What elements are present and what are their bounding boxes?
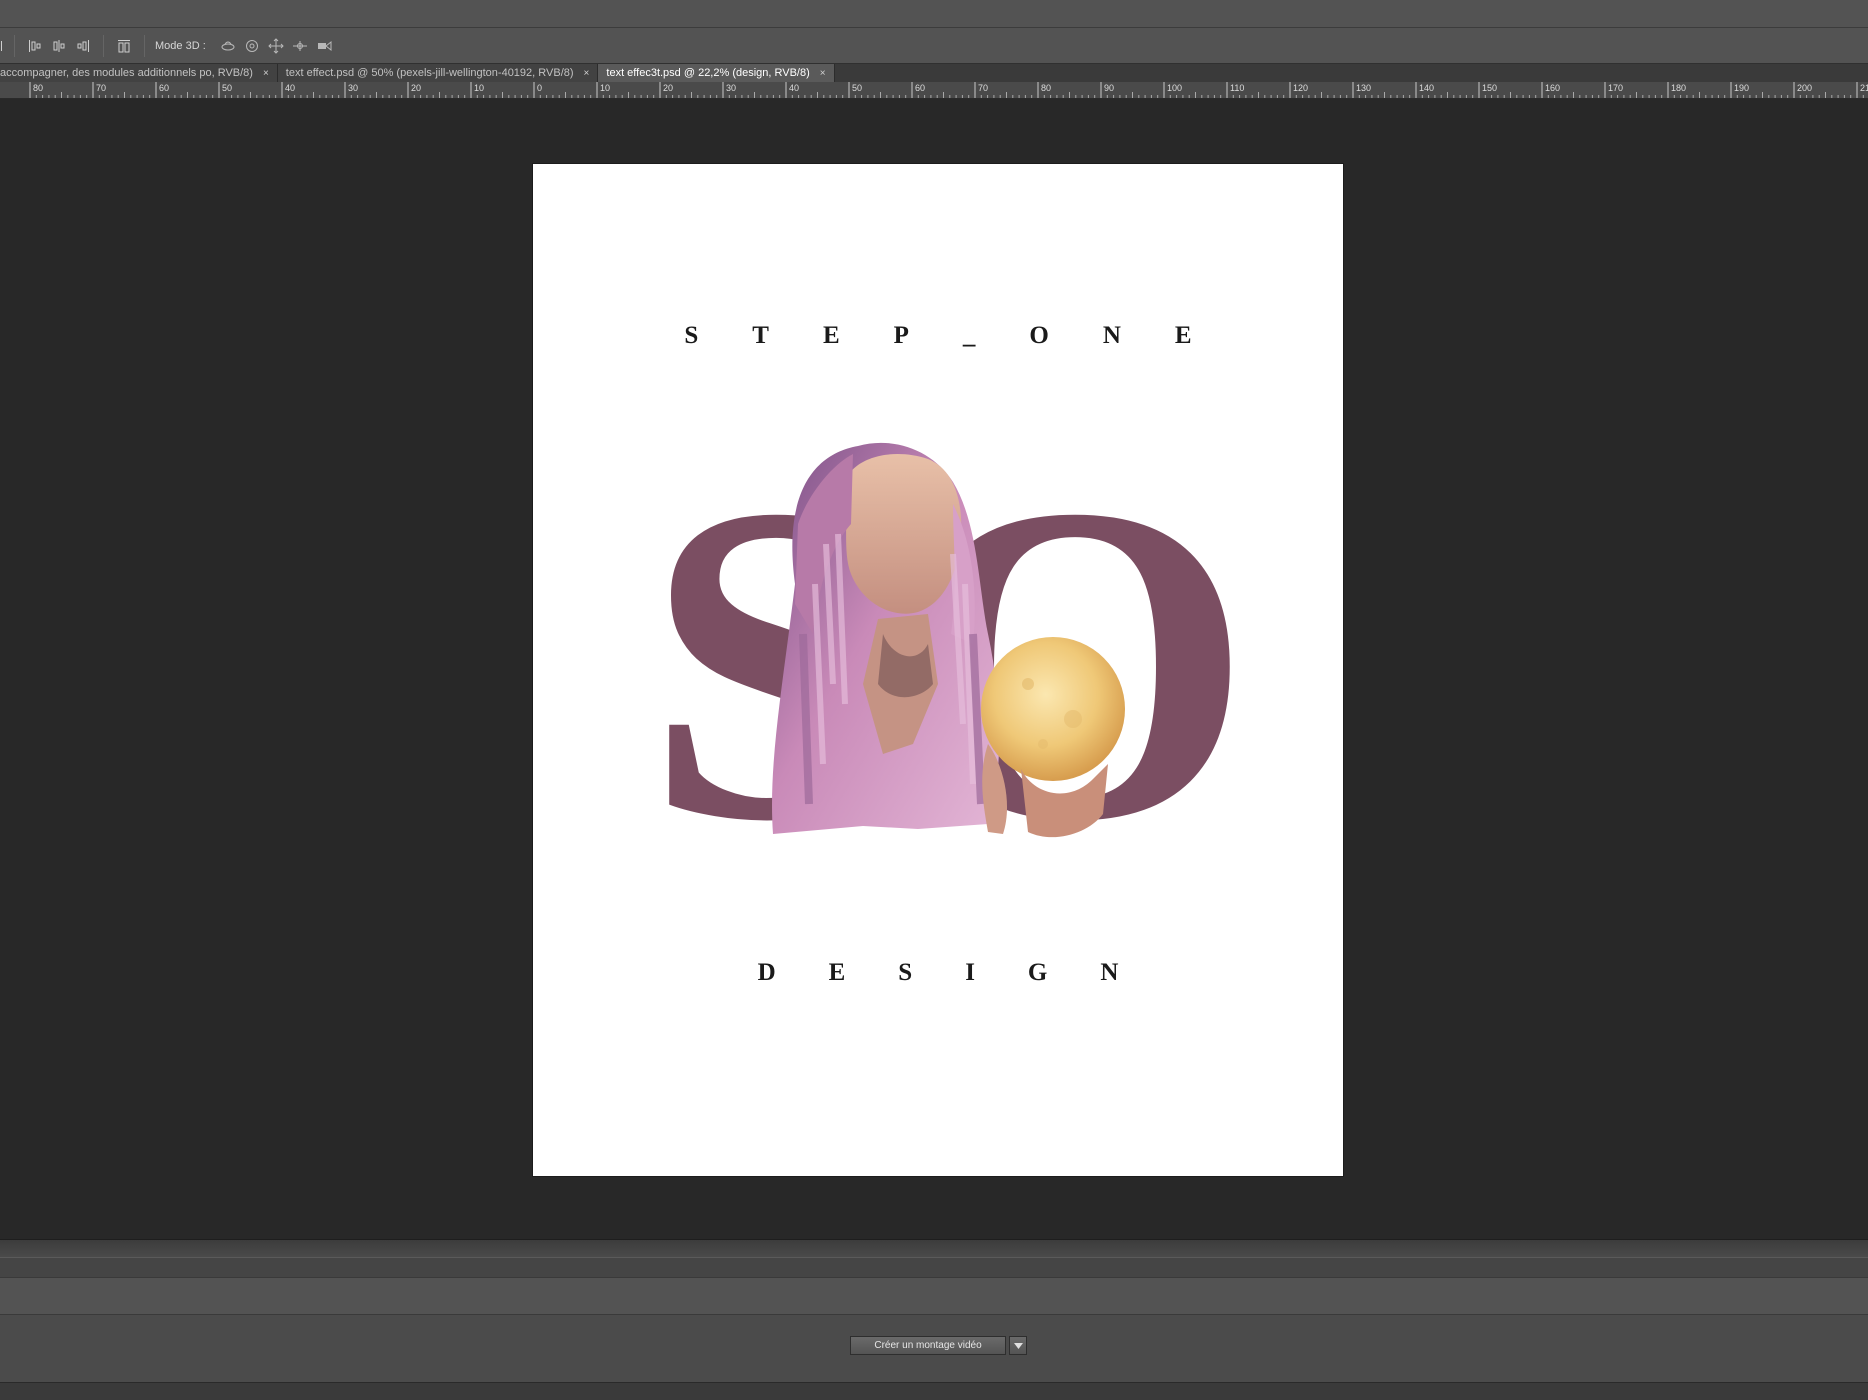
tab-accompagner[interactable]: accompagner, des modules additionnels po… — [0, 64, 278, 82]
ruler-label: 180 — [1671, 83, 1686, 93]
photoshop-window: Mode 3D : accompagner, des modules addit… — [0, 0, 1868, 1400]
options-separator — [14, 34, 15, 57]
ruler-label: 40 — [285, 83, 295, 93]
horizontal-ruler[interactable]: 80 70 60 50 40 30 20 10 0 10 20 30 40 50 60 70 80 90 100 11… — [0, 82, 1868, 99]
tab-label: accompagner, des modules additionnels po… — [0, 67, 253, 79]
monogram-artwork: SO — [645, 412, 1252, 915]
moon-orb-image — [981, 637, 1125, 838]
options-bar: Mode 3D : — [0, 28, 1868, 64]
close-icon[interactable]: × — [263, 68, 269, 79]
ruler-label: 30 — [726, 83, 736, 93]
ruler-label: 80 — [33, 83, 43, 93]
close-icon[interactable]: × — [584, 68, 590, 79]
ruler-label: 10 — [600, 83, 610, 93]
mode-3d-label: Mode 3D : — [155, 39, 206, 52]
align-right-icon[interactable] — [75, 38, 91, 54]
tab-label: text effect.psd @ 50% (pexels-jill-welli… — [285, 67, 574, 79]
menu-bar — [0, 0, 1868, 28]
ruler-label: 140 — [1419, 83, 1434, 93]
ruler-label: 110 — [1230, 83, 1244, 93]
status-bar — [0, 1382, 1868, 1400]
panel-divider[interactable] — [0, 1239, 1868, 1257]
align-left-edge-icon[interactable] — [0, 38, 6, 54]
timeline-header — [0, 1277, 1868, 1315]
title-design: DESIGN — [757, 959, 1172, 986]
ruler-label: 20 — [411, 83, 421, 93]
pan-3d-icon[interactable] — [268, 37, 284, 54]
create-video-timeline-button[interactable]: Créer un montage vidéo — [850, 1336, 1006, 1355]
tab-label: text effec3t.psd @ 22,2% (design, RVB/8) — [606, 67, 810, 79]
distribute-icon[interactable] — [116, 38, 132, 54]
rotate-3d-icon[interactable] — [220, 38, 236, 54]
ruler-label: 200 — [1797, 83, 1812, 93]
align-left-icon[interactable] — [27, 38, 43, 54]
ruler-label: 100 — [1167, 83, 1182, 93]
ruler-label: 10 — [474, 83, 484, 93]
ruler-label: 0 — [537, 83, 542, 93]
ruler-label: 30 — [348, 83, 358, 93]
ruler-label: 160 — [1545, 83, 1560, 93]
ruler-label: 40 — [789, 83, 799, 93]
ruler-label: 80 — [1041, 83, 1051, 93]
slide-3d-icon[interactable] — [292, 38, 308, 54]
document-tab-bar: accompagner, des modules additionnels po… — [0, 64, 1868, 82]
ruler-label: 50 — [852, 83, 862, 93]
chevron-down-icon — [1013, 1342, 1023, 1349]
timeline-dropdown-button[interactable] — [1009, 1336, 1027, 1355]
timeline-panel: Créer un montage vidéo — [0, 1315, 1868, 1382]
ruler-label: 21 — [1860, 83, 1868, 93]
ruler-ticks: 80 70 60 50 40 30 20 10 0 10 20 30 40 50 60 70 80 90 100 11… — [29, 82, 1868, 98]
ruler-label: 170 — [1608, 83, 1623, 93]
canvas-area[interactable]: STEP_ONE DESIGN — [0, 99, 1868, 1239]
tab-text-effec3t[interactable]: text effec3t.psd @ 22,2% (design, RVB/8)… — [598, 64, 835, 82]
ruler-label: 150 — [1482, 83, 1497, 93]
options-separator — [144, 34, 145, 57]
document-canvas[interactable]: STEP_ONE DESIGN — [533, 164, 1343, 1176]
roll-3d-icon[interactable] — [244, 38, 260, 54]
tab-text-effect[interactable]: text effect.psd @ 50% (pexels-jill-welli… — [277, 64, 599, 82]
scale-3d-icon[interactable] — [316, 38, 332, 54]
ruler-label: 50 — [222, 83, 232, 93]
close-icon[interactable]: × — [820, 68, 826, 79]
panel-header — [0, 1257, 1868, 1277]
ruler-label: 130 — [1356, 83, 1371, 93]
ruler-label: 70 — [96, 83, 106, 93]
ruler-label: 90 — [1104, 83, 1114, 93]
ruler-label: 60 — [915, 83, 925, 93]
ruler-label: 60 — [159, 83, 169, 93]
align-hcenter-icon[interactable] — [51, 38, 67, 54]
ruler-label: 190 — [1734, 83, 1749, 93]
options-separator — [103, 34, 104, 57]
ruler-label: 20 — [663, 83, 673, 93]
ruler-label: 70 — [978, 83, 988, 93]
ruler-label: 120 — [1293, 83, 1308, 93]
